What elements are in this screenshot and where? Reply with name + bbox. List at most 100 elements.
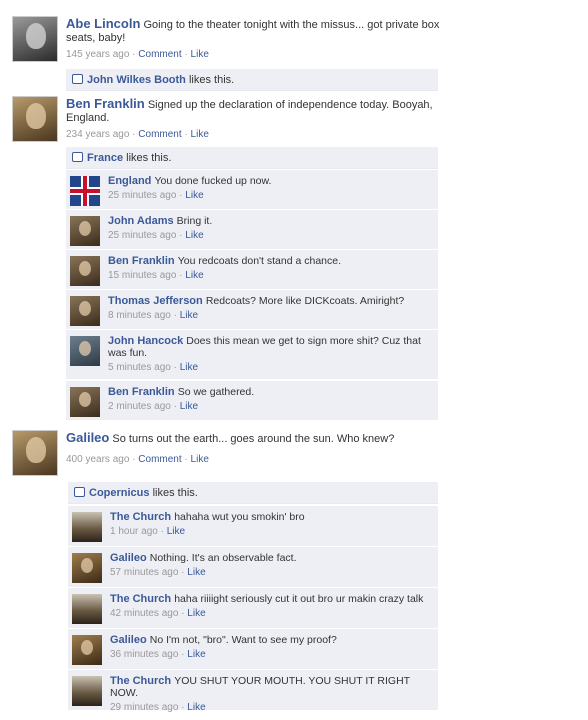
comment-link[interactable]: Comment: [138, 454, 181, 465]
avatar[interactable]: [72, 594, 102, 624]
comment-text: Nothing. It's an observable fact.: [149, 552, 297, 564]
like-link[interactable]: Like: [187, 567, 205, 578]
comment-body: Ben Franklin You redcoats don't stand a …: [108, 255, 432, 282]
post-age: 234 years ago: [66, 129, 130, 140]
separator: ·: [170, 401, 180, 412]
avatar[interactable]: [12, 16, 58, 62]
liker-name[interactable]: France: [87, 152, 123, 164]
comment-body: The Church haha riiiight seriously cut i…: [110, 593, 432, 620]
comment-meta: 2 minutes ago · Like: [108, 401, 432, 413]
avatar[interactable]: [70, 216, 100, 246]
comment-link[interactable]: Comment: [138, 129, 181, 140]
avatar[interactable]: [70, 256, 100, 286]
post-author[interactable]: Abe Lincoln: [66, 16, 140, 31]
comment-meta: 36 minutes ago · Like: [110, 649, 432, 661]
comment-age: 42 minutes ago: [110, 608, 179, 619]
comment-text: You redcoats don't stand a chance.: [177, 255, 342, 267]
comment: John Hancock Does this mean we get to si…: [66, 329, 438, 379]
like-link[interactable]: Like: [191, 129, 209, 140]
comment-meta: 8 minutes ago · Like: [108, 310, 432, 322]
separator: ·: [129, 454, 139, 465]
comment-author[interactable]: Galileo: [110, 552, 147, 564]
avatar[interactable]: [12, 96, 58, 142]
like-link[interactable]: Like: [187, 608, 205, 619]
comment-author[interactable]: John Adams: [108, 215, 174, 227]
like-link[interactable]: Like: [180, 310, 198, 321]
separator: ·: [178, 567, 188, 578]
likes-suffix: likes this.: [188, 74, 235, 86]
like-link[interactable]: Like: [187, 702, 205, 713]
post-age: 145 years ago: [66, 49, 130, 60]
separator: ·: [181, 129, 191, 140]
comment-meta: 1 hour ago · Like: [110, 526, 432, 538]
avatar[interactable]: [12, 430, 58, 476]
comment-age: 36 minutes ago: [110, 649, 179, 660]
comment-author[interactable]: The Church: [110, 511, 171, 523]
post-age: 400 years ago: [66, 454, 130, 465]
comment-age: 25 minutes ago: [108, 190, 177, 201]
post-author[interactable]: Ben Franklin: [66, 96, 145, 111]
comment-text: So we gathered.: [177, 386, 255, 398]
post-body: Abe Lincoln Going to the theater tonight…: [66, 16, 440, 60]
post-galileo: Galileo So turns out the earth... goes a…: [12, 430, 440, 480]
comment-author[interactable]: The Church: [110, 675, 171, 687]
avatar[interactable]: [72, 676, 102, 706]
likes-bar: France likes this.: [66, 147, 438, 169]
comment-age: 25 minutes ago: [108, 230, 177, 241]
comment-body: John Adams Bring it. 25 minutes ago · Li…: [108, 215, 432, 242]
post-meta: 234 years ago · Comment · Like: [66, 129, 440, 140]
comment: Galileo Nothing. It's an observable fact…: [68, 546, 438, 587]
separator: ·: [170, 362, 180, 373]
post-text: Galileo So turns out the earth... goes a…: [66, 430, 440, 446]
comment: Galileo No I'm not, "bro". Want to see m…: [68, 628, 438, 669]
comment: John Adams Bring it. 25 minutes ago · Li…: [66, 209, 438, 249]
avatar[interactable]: [72, 635, 102, 665]
like-link[interactable]: Like: [187, 649, 205, 660]
comment-body: England You done fucked up now. 25 minut…: [108, 175, 432, 202]
comment-link[interactable]: Comment: [138, 49, 181, 60]
comment-text: Redcoats? More like DICKcoats. Amiright?: [205, 295, 405, 307]
comment-author[interactable]: Thomas Jefferson: [108, 295, 203, 307]
comment-text: Bring it.: [176, 215, 213, 227]
comment-author[interactable]: England: [108, 175, 151, 187]
comment: Ben Franklin So we gathered. 2 minutes a…: [66, 380, 438, 420]
comment-author[interactable]: Ben Franklin: [108, 386, 175, 398]
comment-body: Galileo No I'm not, "bro". Want to see m…: [110, 634, 432, 661]
comment-author[interactable]: John Hancock: [108, 335, 183, 347]
comment-text: haha riiiight seriously cut it out bro u…: [174, 593, 424, 605]
comment-age: 29 minutes ago: [110, 702, 179, 713]
like-link[interactable]: Like: [191, 49, 209, 60]
comment-author[interactable]: Galileo: [110, 634, 147, 646]
avatar[interactable]: [70, 176, 100, 206]
like-link[interactable]: Like: [185, 190, 203, 201]
avatar[interactable]: [72, 553, 102, 583]
avatar[interactable]: [70, 296, 100, 326]
like-link[interactable]: Like: [191, 454, 209, 465]
comment-author[interactable]: The Church: [110, 593, 171, 605]
separator: ·: [129, 129, 139, 140]
post-author[interactable]: Galileo: [66, 430, 109, 445]
comment-meta: 25 minutes ago · Like: [108, 230, 432, 242]
separator: ·: [176, 230, 186, 241]
comment-body: Thomas Jefferson Redcoats? More like DIC…: [108, 295, 432, 322]
separator: ·: [178, 649, 188, 660]
comment-meta: 5 minutes ago · Like: [108, 362, 432, 374]
comment-author[interactable]: Ben Franklin: [108, 255, 175, 267]
liker-name[interactable]: John Wilkes Booth: [87, 74, 186, 86]
avatar[interactable]: [70, 336, 100, 366]
like-link[interactable]: Like: [180, 401, 198, 412]
liker-name[interactable]: Copernicus: [89, 487, 150, 499]
thumbs-up-icon: [74, 487, 85, 497]
avatar[interactable]: [72, 512, 102, 542]
avatar[interactable]: [70, 387, 100, 417]
like-link[interactable]: Like: [180, 362, 198, 373]
like-link[interactable]: Like: [185, 270, 203, 281]
separator: ·: [176, 190, 186, 201]
like-link[interactable]: Like: [167, 526, 185, 537]
comment-meta: 29 minutes ago · Like: [110, 702, 432, 714]
comment: The Church hahaha wut you smokin' bro 1 …: [68, 505, 438, 546]
like-link[interactable]: Like: [185, 230, 203, 241]
post-meta: 145 years ago · Comment · Like: [66, 49, 440, 60]
post-message: So turns out the earth... goes around th…: [112, 433, 395, 445]
separator: ·: [178, 608, 188, 619]
